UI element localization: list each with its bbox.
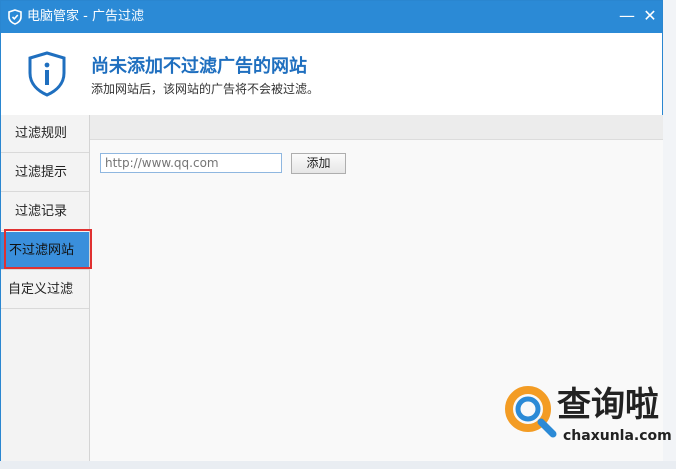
header-banner: 尚未添加不过滤广告的网站 添加网站后，该网站的广告将不会被过滤。 xyxy=(1,33,662,116)
title-bar[interactable]: 电脑管家 - 广告过滤 — ✕ xyxy=(1,1,662,33)
site-url-input[interactable] xyxy=(100,153,282,173)
background-app-strip xyxy=(0,461,676,469)
watermark-subtext: chaxunla.com xyxy=(563,428,672,444)
banner-subtitle: 添加网站后，该网站的广告将不会被过滤。 xyxy=(91,82,320,96)
banner-title: 尚未添加不过滤广告的网站 xyxy=(91,56,307,77)
content-header-strip xyxy=(90,115,663,140)
sidebar-item-filter-log[interactable]: 过滤记录 xyxy=(1,193,89,231)
window-title: 电脑管家 - 广告过滤 xyxy=(27,9,144,24)
magnifier-q-icon xyxy=(505,386,557,438)
add-site-button[interactable]: 添加 xyxy=(291,153,346,174)
sidebar-nav: 过滤规则 过滤提示 过滤记录 不过滤网站 自定义过滤 xyxy=(1,115,90,461)
sidebar-item-custom-filter[interactable]: 自定义过滤 xyxy=(1,271,89,309)
background-app-edge xyxy=(663,0,676,469)
shield-info-icon xyxy=(28,51,66,97)
close-button[interactable]: ✕ xyxy=(639,5,661,27)
sidebar-item-filter-rules[interactable]: 过滤规则 xyxy=(1,115,89,153)
sidebar-item-filter-tips[interactable]: 过滤提示 xyxy=(1,154,89,192)
watermark-text: 查询啦 xyxy=(557,385,659,425)
minimize-button[interactable]: — xyxy=(616,5,638,27)
shield-icon xyxy=(8,9,22,25)
selection-highlight xyxy=(4,229,92,269)
